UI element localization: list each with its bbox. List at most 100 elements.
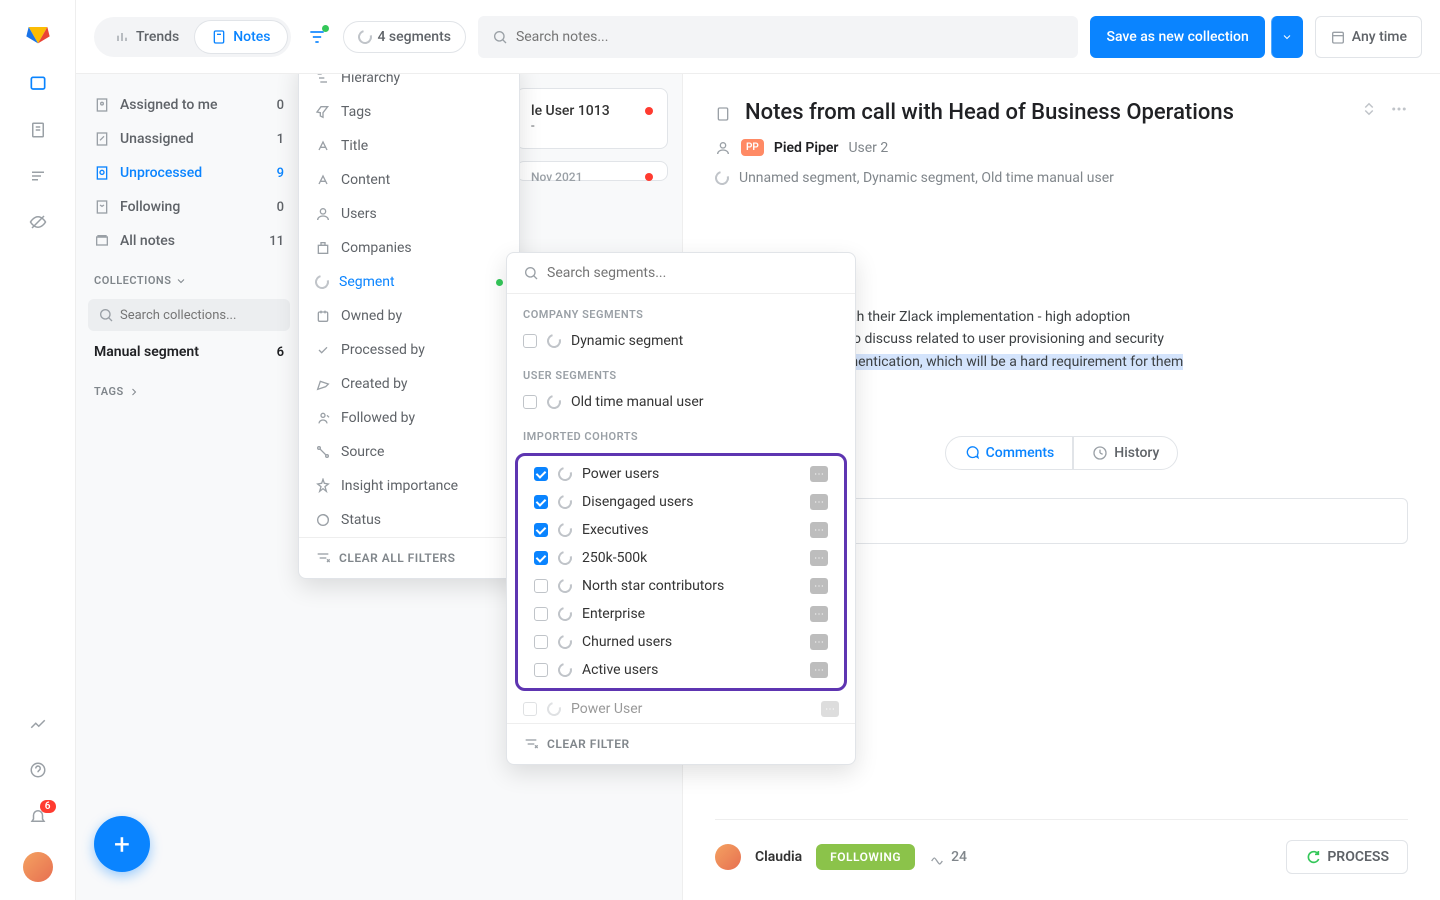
filter-option-title[interactable]: Title (299, 129, 519, 163)
filter-option-followed-by[interactable]: Followed by (299, 401, 519, 435)
sidebar-item-unassigned[interactable]: Unassigned1 (76, 122, 302, 156)
avatar[interactable] (23, 852, 53, 882)
process-button[interactable]: PROCESS (1286, 840, 1408, 874)
filter-option-source[interactable]: Source (299, 435, 519, 469)
sidebar-label: Unassigned (120, 131, 194, 147)
filter-option-tags[interactable]: Tags (299, 95, 519, 129)
tab-trends[interactable]: Trends (98, 21, 195, 53)
segment-option[interactable]: Old time manual user (507, 388, 855, 416)
more-icon[interactable] (1390, 100, 1408, 118)
seg-group-user: USER SEGMENTS (507, 355, 855, 388)
time-filter[interactable]: Any time (1315, 16, 1422, 58)
segment-option[interactable]: Active users⋯ (518, 656, 844, 684)
filter-active-dot (322, 25, 329, 32)
filter-option-owned-by[interactable]: Owned by (299, 299, 519, 333)
clear-all-filters[interactable]: CLEAR ALL FILTERS (299, 537, 519, 578)
filter-option-hierarchy[interactable]: Hierarchy (299, 74, 519, 95)
more-icon[interactable]: ⋯ (810, 466, 828, 482)
highlighted-cohorts: Power users⋯Disengaged users⋯Executives⋯… (515, 453, 847, 691)
tab-history[interactable]: History (1073, 436, 1178, 470)
doc-icon[interactable] (28, 120, 48, 140)
collections-heading[interactable]: COLLECTIONS (76, 258, 302, 295)
segment-option[interactable]: Disengaged users⋯ (518, 488, 844, 516)
tab-comments[interactable]: Comments (945, 436, 1074, 470)
more-icon[interactable]: ⋯ (810, 494, 828, 510)
segment-option[interactable]: Power User⋯ (507, 695, 855, 723)
segment-option[interactable]: North star contributors⋯ (518, 572, 844, 600)
filter-option-status[interactable]: Status (299, 503, 519, 537)
add-button[interactable]: + (94, 816, 150, 872)
more-icon[interactable]: ⋯ (810, 634, 828, 650)
more-icon[interactable]: ⋯ (810, 550, 828, 566)
clear-filter-button[interactable]: CLEAR FILTER (507, 723, 855, 764)
view-toggle: Trends Notes (94, 17, 291, 57)
search-icon (98, 307, 114, 323)
sidebar-label: Following (120, 199, 180, 215)
tags-heading[interactable]: TAGS (76, 369, 302, 406)
segment-icon (544, 392, 563, 411)
filter-option-processed-by[interactable]: Processed by (299, 333, 519, 367)
bell-icon[interactable]: 6 (28, 806, 48, 826)
collection-manual-segment[interactable]: Manual segment6 (76, 335, 302, 369)
note-card[interactable]: le User 1013 - (516, 88, 668, 149)
notes-icon[interactable] (28, 74, 48, 94)
segment-option[interactable]: Enterprise⋯ (518, 600, 844, 628)
more-icon[interactable]: ⋯ (810, 578, 828, 594)
time-label: Any time (1352, 29, 1407, 45)
following-badge[interactable]: FOLLOWING (816, 844, 915, 870)
filter-option-insight-importance[interactable]: Insight importance (299, 469, 519, 503)
tab-notes[interactable]: Notes (195, 21, 286, 53)
sidebar-item-unprocessed[interactable]: Unprocessed9 (76, 156, 302, 190)
search-box[interactable] (478, 16, 1079, 58)
filter-option-created-by[interactable]: Created by (299, 367, 519, 401)
note-title: Notes from call with Head of Business Op… (745, 100, 1234, 125)
segment-search[interactable] (507, 253, 855, 294)
filter-option-companies[interactable]: Companies (299, 231, 519, 265)
unread-dot (645, 107, 653, 115)
collections-search[interactable] (88, 299, 290, 331)
sidebar-item-assigned[interactable]: Assigned to me0 (76, 88, 302, 122)
eye-off-icon[interactable] (28, 212, 48, 232)
segment-option[interactable]: Power users⋯ (518, 460, 844, 488)
segments-button[interactable]: 4 segments (343, 21, 466, 53)
segment-dropdown: COMPANY SEGMENTS Dynamic segment USER SE… (506, 252, 856, 765)
segment-option[interactable]: 250k-500k⋯ (518, 544, 844, 572)
segment-option[interactable]: Churned users⋯ (518, 628, 844, 656)
more-icon[interactable]: ⋯ (821, 701, 839, 717)
segment-option[interactable]: Executives⋯ (518, 516, 844, 544)
seg-group-imported: IMPORTED COHORTS (507, 416, 855, 449)
segment-icon (544, 331, 563, 350)
card-snippet: - (531, 119, 653, 134)
segment-option[interactable]: Dynamic segment (507, 327, 855, 355)
save-collection-button[interactable]: Save as new collection (1090, 16, 1264, 58)
segment-search-input[interactable] (547, 265, 839, 281)
filter-option-users[interactable]: Users (299, 197, 519, 231)
sidebar-item-all[interactable]: All notes11 (76, 224, 302, 258)
search-input[interactable] (516, 29, 1065, 45)
notification-count: 6 (40, 800, 56, 813)
help-icon[interactable] (28, 760, 48, 780)
collections-search-input[interactable] (120, 308, 286, 323)
company-name[interactable]: Pied Piper (774, 140, 839, 156)
filter-option-segment[interactable]: Segment (299, 265, 519, 299)
collapse-icon[interactable] (1360, 100, 1378, 118)
more-icon[interactable]: ⋯ (810, 606, 828, 622)
views-count: 24 (929, 849, 967, 865)
more-icon[interactable]: ⋯ (810, 522, 828, 538)
segment-icon (544, 699, 563, 718)
calendar-icon (1330, 29, 1346, 45)
save-dropdown[interactable] (1271, 16, 1303, 58)
filter-option-content[interactable]: Content (299, 163, 519, 197)
segment-icon (712, 168, 731, 187)
chart-icon[interactable] (28, 714, 48, 734)
filter-button[interactable] (303, 23, 331, 51)
segments-label: 4 segments (378, 29, 451, 45)
more-icon[interactable]: ⋯ (810, 662, 828, 678)
chevron-right-icon (128, 386, 140, 398)
card-user: le User 1013 (531, 103, 610, 119)
sidebar-item-following[interactable]: Following0 (76, 190, 302, 224)
note-card[interactable]: Nov 2021 (516, 161, 668, 181)
list-icon[interactable] (28, 166, 48, 186)
sidebar: Assigned to me0 Unassigned1 Unprocessed9… (76, 74, 302, 900)
topbar: Trends Notes 4 segments Save as new coll… (76, 0, 1440, 74)
